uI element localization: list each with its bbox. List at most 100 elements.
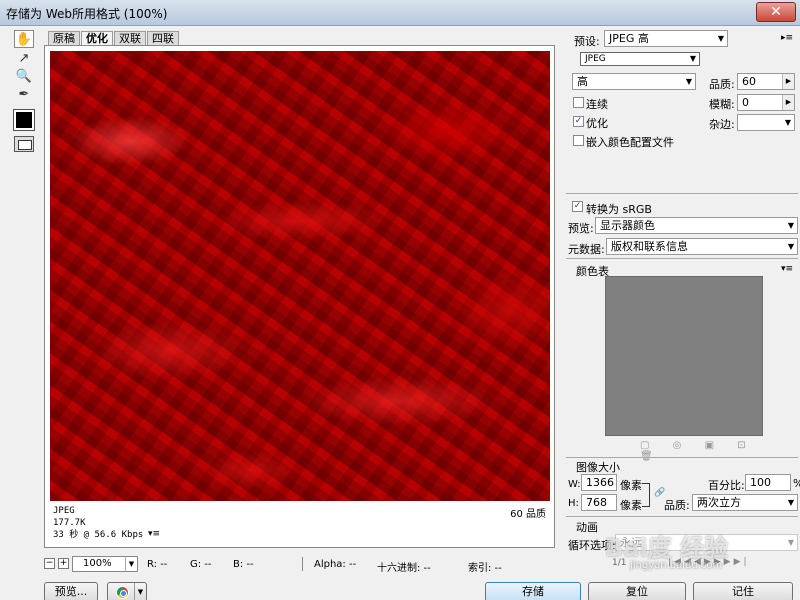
tab-original[interactable]: 原稿 (48, 31, 80, 45)
progressive-label: 连续 (586, 98, 608, 111)
download-time-info: 33 秒 @ 56.6 Kbps (53, 530, 144, 540)
title-bar: 存储为 Web所用格式 (100%) ✕ (0, 0, 800, 26)
eyedropper-icon[interactable]: ✒ (14, 86, 34, 104)
web-shift-icon[interactable]: ◎ (673, 440, 682, 451)
quality-label: 品质: (709, 78, 735, 91)
reset-button[interactable]: 复位 (588, 582, 686, 600)
animation-title: 动画 (576, 521, 598, 534)
loop-value: 永远 (620, 536, 642, 549)
width-value: 1366 (586, 476, 614, 489)
optimized-checkbox[interactable]: ✓ (573, 116, 584, 127)
height-label: H: (568, 498, 579, 509)
embed-profile-checkbox[interactable] (573, 135, 584, 146)
chevron-down-icon: ▼ (689, 54, 696, 63)
preview-select[interactable]: 显示器颜色 ▼ (595, 217, 798, 234)
preview-button[interactable]: 预览... (44, 582, 98, 600)
eyedropper-color-swatch[interactable] (13, 109, 35, 131)
height-unit: 像素 (620, 499, 642, 512)
metadata-select[interactable]: 版权和联系信息 ▼ (606, 238, 798, 255)
file-size-info: 177.7K (53, 518, 86, 528)
zoom-out-button[interactable]: − (44, 558, 55, 569)
hex-readout: 十六进制: -- (377, 563, 431, 574)
matte-label: 杂边: (709, 118, 735, 131)
chevron-down-icon: ▼ (125, 557, 137, 571)
remember-button[interactable]: 记住 (693, 582, 793, 600)
percent-label: 百分比: (708, 479, 745, 492)
animation-divider (566, 516, 798, 517)
tab-4-up[interactable]: 四联 (147, 31, 179, 45)
close-button[interactable]: ✕ (756, 2, 796, 22)
progressive-checkbox[interactable] (573, 97, 584, 108)
alpha-readout: Alpha: -- (314, 559, 357, 570)
hand-icon[interactable]: ✋ (14, 30, 34, 48)
quality-input[interactable]: 60 ▶ (737, 73, 795, 90)
chevron-right-icon[interactable]: ▶ (782, 95, 794, 110)
view-tabs: 原稿 优化 双联 四联 (48, 31, 180, 45)
map-color-icon[interactable]: ▢ (640, 440, 649, 451)
chevron-down-icon: ▼ (717, 34, 724, 43)
toolbox: ✋ ↗ 🔍 ✒ (8, 30, 40, 160)
quality-info: 60 品质 (510, 509, 546, 520)
resample-select[interactable]: 两次立方 ▼ (692, 494, 798, 511)
chevron-down-icon: ▼ (787, 221, 794, 230)
toggle-slices-icon[interactable] (14, 136, 34, 152)
colortable-divider (566, 258, 798, 259)
zoom-in-button[interactable]: + (58, 558, 69, 569)
tab-optimized[interactable]: 优化 (81, 31, 113, 45)
new-color-icon[interactable]: ⊡ (737, 440, 745, 451)
percent-unit: % (793, 477, 800, 490)
r-readout: R: -- (147, 559, 168, 570)
quality-preset-select[interactable]: 高 ▼ (572, 73, 696, 90)
color-table-menu-icon[interactable]: ▾≡ (781, 264, 793, 274)
preset-value: JPEG 高 (609, 32, 649, 45)
quality-value: 60 (742, 75, 756, 88)
blur-input[interactable]: 0 ▶ (737, 94, 795, 111)
resample-value: 两次立方 (697, 496, 741, 509)
image-preview[interactable] (50, 51, 550, 501)
chevron-down-icon[interactable]: ▼ (134, 583, 146, 600)
height-value: 768 (586, 496, 607, 509)
image-info: JPEG 177.7K 33 秒 @ 56.6 Kbps (53, 505, 143, 541)
preset-select[interactable]: JPEG 高 ▼ (604, 30, 728, 47)
index-readout: 索引: -- (468, 563, 502, 574)
format-select[interactable]: JPEG ▼ (580, 52, 700, 66)
tab-2-up[interactable]: 双联 (114, 31, 146, 45)
save-button[interactable]: 存储 (485, 582, 581, 600)
embed-profile-label: 嵌入颜色配置文件 (586, 136, 674, 149)
image-size-title: 图像大小 (576, 461, 620, 474)
chevron-right-icon[interactable]: ▶ (782, 74, 794, 89)
imagesize-divider (566, 457, 798, 458)
browser-preview-button[interactable]: ▼ (107, 582, 147, 600)
width-label: W: (568, 479, 581, 490)
chevron-down-icon: ▼ (685, 77, 692, 86)
preview-value: 显示器颜色 (600, 219, 655, 232)
settings-menu-icon[interactable]: ▸≡ (781, 33, 793, 43)
metadata-value: 版权和联系信息 (611, 240, 688, 253)
convert-srgb-checkbox[interactable]: ✓ (572, 201, 583, 212)
loop-select[interactable]: 永远 ▼ (615, 534, 798, 551)
last-frame-icon[interactable]: ▶| (734, 557, 750, 567)
matte-select[interactable]: ▼ (737, 114, 795, 131)
zoom-select[interactable]: 100% ▼ (72, 556, 138, 572)
b-readout: B: -- (233, 559, 254, 570)
chevron-down-icon: ▼ (784, 118, 791, 127)
lock-color-icon[interactable]: ▣ (705, 440, 714, 451)
resample-label: 品质: (664, 499, 690, 512)
baidu-watermark-url: jingyan.baidu.com (630, 560, 723, 571)
width-input[interactable]: 1366 (581, 474, 617, 491)
slice-select-icon[interactable]: ↗ (14, 50, 34, 68)
height-input[interactable]: 768 (581, 494, 617, 511)
settings-divider (566, 193, 798, 194)
blur-label: 模糊: (709, 98, 735, 111)
color-table[interactable] (605, 276, 763, 436)
zoom-icon[interactable]: 🔍 (14, 68, 34, 86)
percent-input[interactable]: 100 (745, 474, 791, 491)
preview-label: 预览: (568, 222, 594, 235)
window-title: 存储为 Web所用格式 (100%) (6, 7, 168, 21)
status-divider (302, 557, 303, 571)
browser-icon (116, 586, 129, 599)
download-time-menu-icon[interactable]: ▾≡ (148, 529, 160, 539)
quality-preset-value: 高 (577, 75, 588, 88)
loop-label: 循环选项: (568, 539, 616, 552)
status-bar: − + 100% ▼ R: -- G: -- B: -- Alpha: -- 十… (44, 556, 564, 574)
